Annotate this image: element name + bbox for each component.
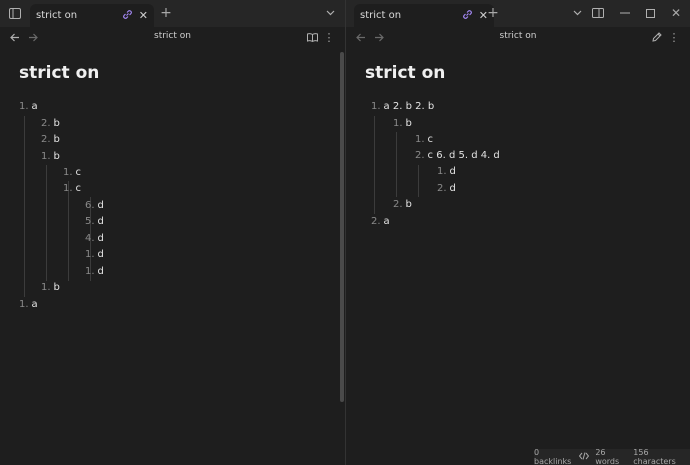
list-item: 1. b — [393, 118, 412, 129]
word-count: 26 words — [595, 448, 620, 465]
note-title: strict on — [365, 63, 446, 83]
book-icon[interactable] — [303, 28, 321, 46]
view-title[interactable]: strict on — [346, 31, 690, 41]
right-tab-bar: strict on ✕ + ✕ — [346, 0, 690, 27]
tab-title: strict on — [360, 10, 402, 21]
right-note-content[interactable]: strict on — [365, 60, 685, 96]
indent-guide — [24, 116, 25, 297]
chevron-down-icon[interactable] — [321, 4, 339, 22]
tab-strict-on-left[interactable]: strict on ✕ — [30, 4, 154, 27]
backlinks-count[interactable]: 0 backlinks — [534, 448, 573, 465]
more-vertical-icon[interactable]: ⋮ — [665, 28, 683, 46]
list-item: 1. d — [437, 166, 456, 177]
note-title: strict on — [19, 63, 100, 83]
left-nav-bar: strict on ⋮ — [0, 27, 345, 47]
window-close-icon[interactable]: ✕ — [667, 4, 685, 22]
list-item: 1. a — [19, 101, 38, 112]
list-item: 2. b — [41, 118, 60, 129]
indent-guide — [374, 116, 375, 214]
tab-strict-on-right[interactable]: strict on ✕ — [354, 4, 494, 27]
link-icon — [462, 9, 473, 23]
list-item: 2. c 6. d 5. d 4. d — [415, 150, 500, 161]
indent-guide — [46, 165, 47, 281]
list-item: 4. d — [85, 233, 104, 244]
list-item: 2. b — [393, 199, 412, 210]
list-item: 2. b — [41, 134, 60, 145]
pane-divider[interactable] — [345, 0, 346, 465]
scrollbar[interactable] — [340, 52, 344, 402]
minimize-icon[interactable] — [616, 4, 634, 22]
list-item: 1. b — [41, 151, 60, 162]
indent-guide — [418, 165, 419, 197]
list-item: 1. c — [415, 134, 434, 145]
tab-title: strict on — [36, 10, 78, 21]
character-count: 156 characters — [633, 448, 676, 465]
link-icon — [122, 9, 133, 23]
list-item: 1. d — [85, 249, 104, 260]
left-note-content[interactable]: strict on — [19, 60, 339, 96]
list-item: 1. c — [63, 167, 82, 178]
plus-icon[interactable]: + — [484, 4, 502, 22]
pencil-icon[interactable] — [648, 28, 666, 46]
list-item: 1. a 2. b 2. b — [371, 101, 435, 112]
code-icon[interactable] — [579, 452, 590, 462]
maximize-icon[interactable] — [641, 4, 659, 22]
split-icon[interactable] — [589, 4, 607, 22]
list-item: 2. d — [437, 183, 456, 194]
list-item: 5. d — [85, 216, 104, 227]
close-icon[interactable]: ✕ — [139, 9, 148, 22]
list-item: 6. d — [85, 200, 104, 211]
list-item: 1. c — [63, 183, 82, 194]
plus-icon[interactable]: + — [157, 4, 175, 22]
list-item: 1. b — [41, 282, 60, 293]
indent-guide — [396, 132, 397, 197]
sidebar-toggle-icon[interactable] — [6, 4, 24, 22]
view-title[interactable]: strict on — [0, 31, 345, 41]
right-nav-bar: strict on ⋮ — [346, 27, 690, 47]
list-item: 2. a — [371, 216, 390, 227]
list-item: 1. a — [19, 299, 38, 310]
left-tab-bar: strict on ✕ + — [0, 0, 345, 27]
more-vertical-icon[interactable]: ⋮ — [320, 28, 338, 46]
status-bar: 0 backlinks 26 words 156 characters — [534, 448, 690, 465]
list-item: 1. d — [85, 266, 104, 277]
chevron-down-icon[interactable] — [568, 4, 586, 22]
